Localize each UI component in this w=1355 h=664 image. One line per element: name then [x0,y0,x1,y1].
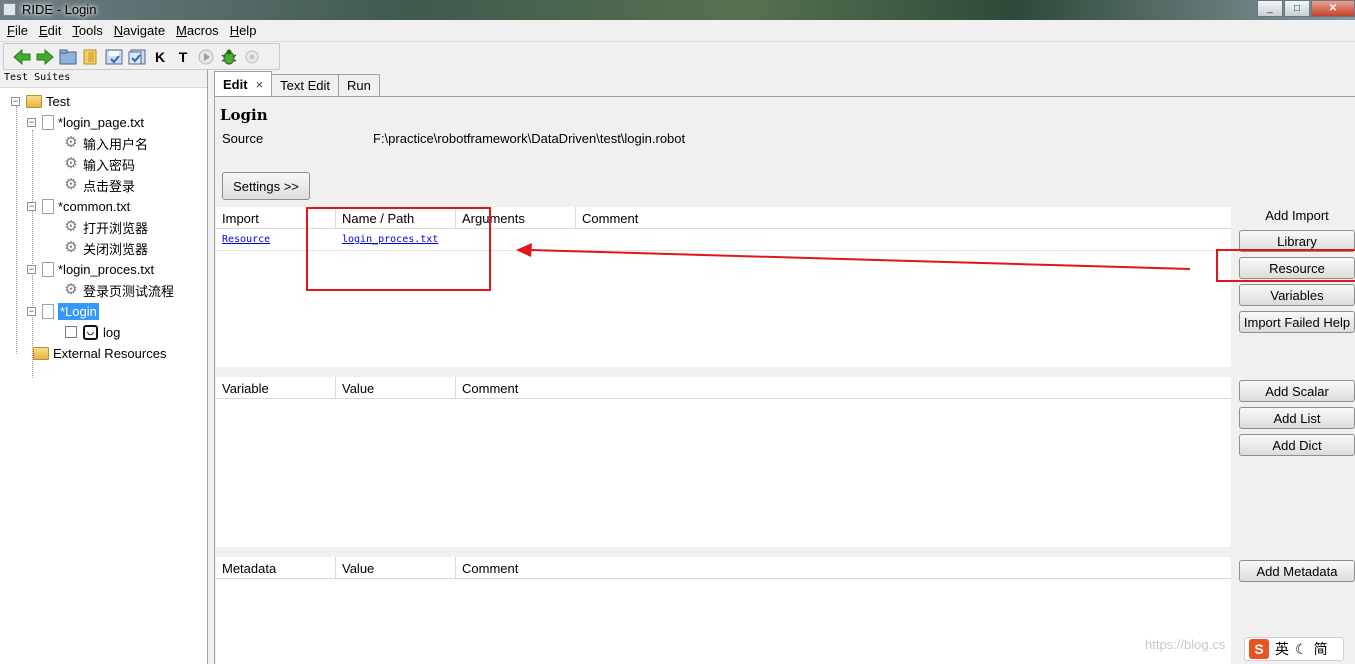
moon-icon[interactable]: ☾ [1295,641,1308,658]
ime-language[interactable]: 英 [1275,639,1289,659]
annotation-arrow [516,243,1191,270]
watermark-text: https://blog.cs [1145,637,1226,652]
ime-toolbar[interactable]: S 英 ☾ 简 [1244,637,1344,661]
sogou-logo-icon: S [1249,639,1269,659]
ime-mode[interactable]: 简 [1314,639,1328,659]
